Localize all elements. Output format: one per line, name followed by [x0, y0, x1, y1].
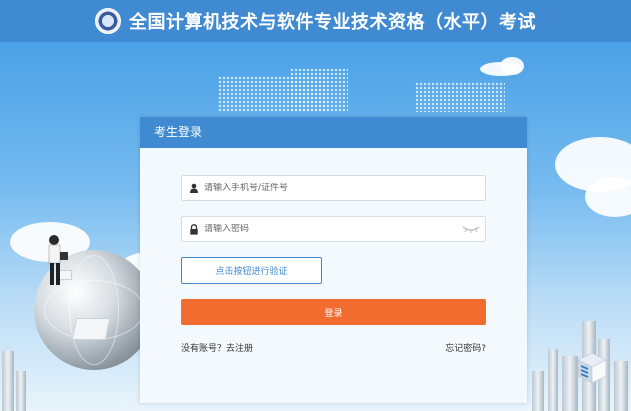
login-card: 考生登录 点击按钮进行验证 登录 没有账号？去注册 忘记密码? [140, 117, 527, 403]
captcha-verify-button[interactable]: 点击按钮进行验证 [181, 257, 322, 284]
building [614, 361, 628, 411]
user-icon [184, 176, 204, 200]
city-silhouette [290, 68, 348, 112]
password-field[interactable] [181, 216, 486, 242]
cloud [500, 57, 524, 75]
register-link[interactable]: 去注册 [226, 344, 253, 354]
login-button[interactable]: 登录 [181, 299, 486, 325]
phone-id-input[interactable] [204, 183, 485, 193]
brand-cube-icon [577, 352, 607, 384]
building [16, 371, 26, 411]
page-title: 全国计算机技术与软件专业技术资格（水平）考试 [129, 12, 536, 33]
building [548, 349, 558, 411]
forgot-row: 忘记密码? [445, 341, 486, 354]
register-row: 没有账号？去注册 [181, 341, 253, 354]
cube-block [71, 318, 111, 340]
building [2, 351, 14, 411]
header-bar: 全国计算机技术与软件专业技术资格（水平）考试 [0, 0, 631, 42]
forgot-password-link[interactable]: 忘记密码? [445, 344, 486, 354]
building [532, 371, 544, 411]
phone-id-field[interactable] [181, 175, 486, 201]
password-input[interactable] [204, 224, 459, 234]
person-figure [48, 235, 68, 285]
ruankao-logo-icon [95, 8, 121, 34]
cloud [585, 177, 631, 217]
login-card-title: 考生登录 [140, 117, 527, 148]
eye-closed-icon[interactable] [459, 217, 483, 241]
lock-icon [184, 217, 204, 241]
building [562, 356, 578, 411]
login-page: 全国计算机技术与软件专业技术资格（水平）考试 考生登录 点击按钮进行验证 登录 … [0, 0, 631, 411]
register-prompt: 没有账号？ [181, 344, 227, 354]
city-silhouette [415, 82, 505, 112]
